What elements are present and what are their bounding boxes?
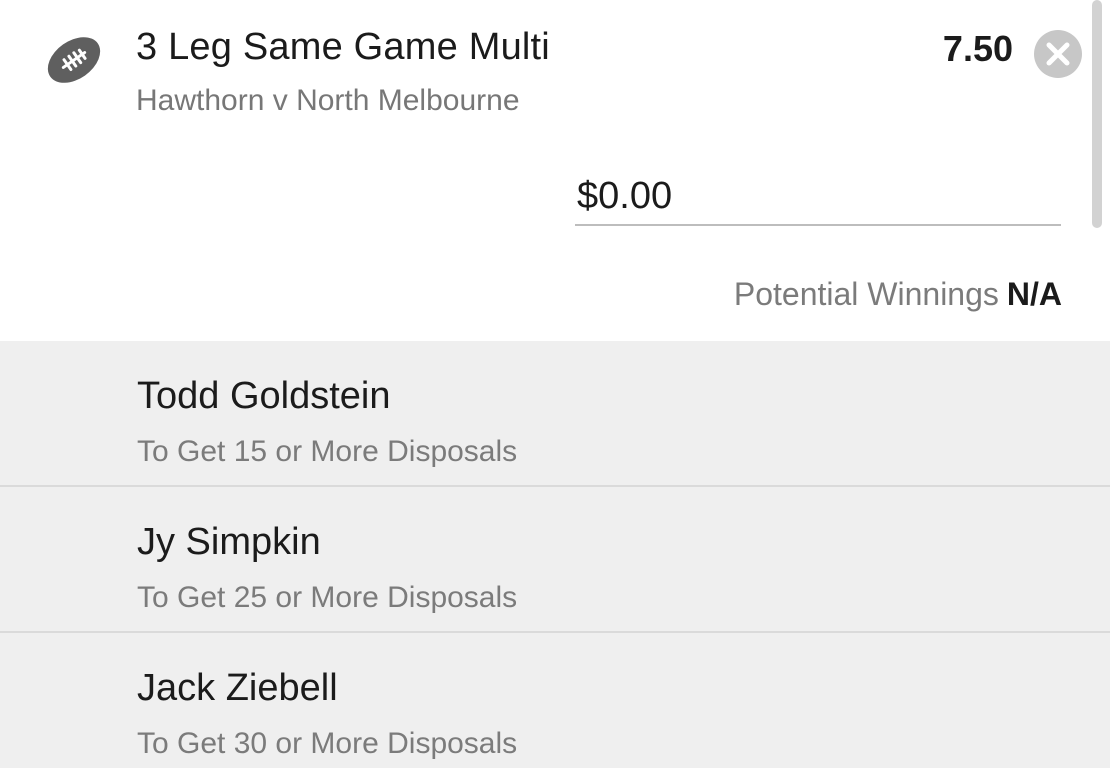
- bet-legs-list: Todd Goldstein To Get 15 or More Disposa…: [0, 341, 1110, 768]
- match-name: Hawthorn v North Melbourne: [136, 84, 520, 117]
- leg-player-name: Jy Simpkin: [137, 521, 321, 563]
- leg-market: To Get 15 or More Disposals: [137, 435, 518, 468]
- bet-card-header: 3 Leg Same Game Multi Hawthorn v North M…: [0, 0, 1110, 341]
- close-icon: [1046, 42, 1070, 66]
- list-item: Jack Ziebell To Get 30 or More Disposals: [0, 633, 1110, 768]
- bet-title: 3 Leg Same Game Multi: [136, 26, 550, 68]
- football-icon: [44, 32, 104, 88]
- stake-input[interactable]: [575, 168, 1061, 226]
- leg-market: To Get 30 or More Disposals: [137, 727, 518, 760]
- remove-bet-button[interactable]: [1034, 30, 1082, 78]
- leg-player-name: Jack Ziebell: [137, 667, 338, 709]
- bet-odds: 7.50: [942, 28, 1013, 69]
- leg-player-name: Todd Goldstein: [137, 375, 391, 417]
- list-item: Todd Goldstein To Get 15 or More Disposa…: [0, 341, 1110, 487]
- list-item: Jy Simpkin To Get 25 or More Disposals: [0, 487, 1110, 633]
- potential-winnings-label: Potential Winnings: [733, 276, 999, 312]
- scrollbar[interactable]: [1092, 0, 1102, 228]
- bet-slip-screen: 3 Leg Same Game Multi Hawthorn v North M…: [0, 0, 1110, 768]
- potential-winnings-value: N/A: [1006, 276, 1062, 312]
- leg-market: To Get 25 or More Disposals: [137, 581, 518, 614]
- potential-winnings: Potential Winnings N/A: [734, 276, 1062, 313]
